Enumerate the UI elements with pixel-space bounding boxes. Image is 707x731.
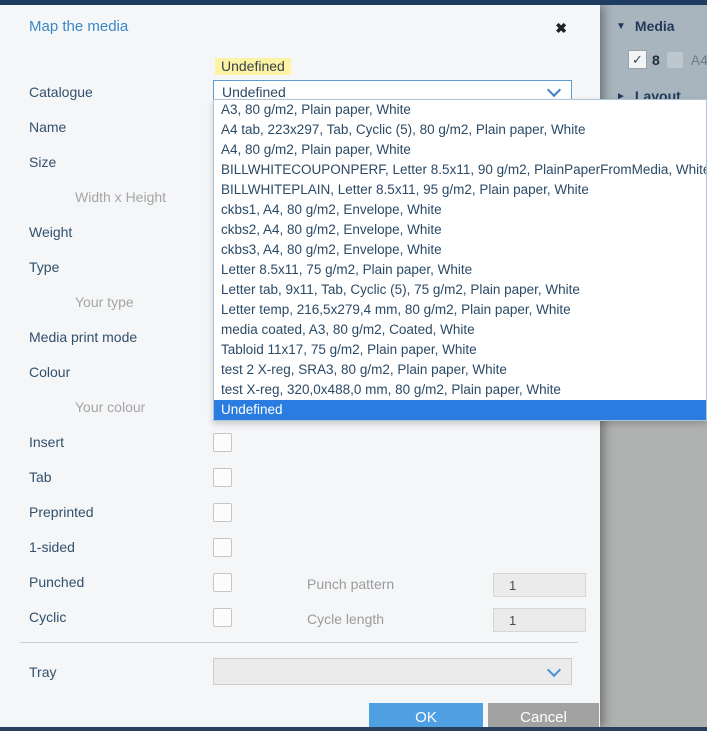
form-label-text: Your colour — [75, 399, 145, 415]
punched-checkbox[interactable] — [213, 573, 232, 592]
catalogue-dropdown-list: A3, 80 g/m2, Plain paper, WhiteA4 tab, 2… — [213, 99, 707, 421]
catalogue-select-value: Undefined — [222, 84, 286, 100]
form-label: Insert — [0, 424, 213, 459]
form-label: Preprinted — [0, 494, 213, 529]
media-settings-row: ✓ 8 A4 — [628, 50, 707, 69]
top-strip — [0, 0, 707, 5]
form-label: Colour — [0, 354, 213, 389]
punch-pattern-input[interactable] — [493, 573, 586, 597]
form-label-text: Cyclic — [29, 609, 66, 625]
form-label-text: Size — [29, 154, 56, 170]
preprinted-checkbox[interactable] — [213, 503, 232, 522]
cycle-length-input[interactable] — [493, 608, 586, 632]
dropdown-option[interactable]: Undefined — [214, 400, 706, 420]
tray-select[interactable] — [213, 658, 572, 685]
form-label-text: Insert — [29, 434, 64, 450]
dropdown-option[interactable]: A4 tab, 223x297, Tab, Cyclic (5), 80 g/m… — [214, 120, 706, 140]
dropdown-option[interactable]: Tabloid 11x17, 75 g/m2, Plain paper, Whi… — [214, 340, 706, 360]
dropdown-option[interactable]: test 2 X-reg, SRA3, 80 g/m2, Plain paper… — [214, 360, 706, 380]
form-label: Tab — [0, 459, 213, 494]
dropdown-option[interactable]: ckbs3, A4, 80 g/m2, Envelope, White — [214, 240, 706, 260]
dropdown-option[interactable]: BILLWHITEPLAIN, Letter 8.5x11, 95 g/m2, … — [214, 180, 706, 200]
form-label-text: Colour — [29, 364, 70, 380]
form-label-text: Tab — [29, 469, 52, 485]
insert-checkbox[interactable] — [213, 433, 232, 452]
close-icon[interactable]: ✖ — [555, 21, 567, 35]
chevron-down-icon — [547, 662, 561, 676]
form-label: Punched — [0, 564, 213, 599]
media-checkbox-checked[interactable]: ✓ — [628, 50, 647, 69]
dropdown-option[interactable]: test X-reg, 320,0x488,0 mm, 80 g/m2, Pla… — [214, 380, 706, 400]
form-label-text: Catalogue — [29, 84, 93, 100]
form-label-text: Media print mode — [29, 329, 137, 345]
screen: ▼ Media ✓ 8 A4 ► Layout Map the media ✖ … — [0, 0, 707, 731]
dropdown-option[interactable]: Letter 8.5x11, 75 g/m2, Plain paper, Whi… — [214, 260, 706, 280]
dropdown-option[interactable]: media coated, A3, 80 g/m2, Coated, White — [214, 320, 706, 340]
form-label: Width x Height — [0, 179, 213, 214]
form-label: Your type — [0, 284, 213, 319]
form-label-text: Punched — [29, 574, 84, 590]
dropdown-option[interactable]: A3, 80 g/m2, Plain paper, White — [214, 100, 706, 120]
bottom-strip — [0, 727, 707, 731]
dropdown-option[interactable]: Letter tab, 9x11, Tab, Cyclic (5), 75 g/… — [214, 280, 706, 300]
form-label: Cyclic — [0, 599, 213, 634]
collapse-triangle-icon: ▼ — [616, 21, 626, 32]
form-label-text: Name — [29, 119, 66, 135]
catalogue-hint: Undefined — [215, 58, 291, 75]
form-label-text: Preprinted — [29, 504, 94, 520]
dropdown-option[interactable]: BILLWHITECOUPONPERF, Letter 8.5x11, 90 g… — [214, 160, 706, 180]
form-label: Your colour — [0, 389, 213, 424]
form-label: Type — [0, 249, 213, 284]
media-checkbox-unchecked[interactable] — [667, 52, 683, 68]
form-label: Size — [0, 144, 213, 179]
form-label: Media print mode — [0, 319, 213, 354]
dropdown-option[interactable]: A4, 80 g/m2, Plain paper, White — [214, 140, 706, 160]
dropdown-option[interactable]: ckbs2, A4, 80 g/m2, Envelope, White — [214, 220, 706, 240]
cyclic-checkbox[interactable] — [213, 608, 232, 627]
divider — [20, 642, 578, 643]
media-section-header[interactable]: ▼ Media — [616, 18, 675, 34]
form-label-text: Your type — [75, 294, 134, 310]
media-size-label: A4 — [691, 52, 707, 68]
one-sided-checkbox[interactable] — [213, 538, 232, 557]
form-label-text: Weight — [29, 224, 72, 240]
punch-pattern-label: Punch pattern — [307, 566, 394, 601]
form-label-text: 1-sided — [29, 539, 75, 555]
media-section-title: Media — [635, 18, 675, 34]
form-label-text: Type — [29, 259, 59, 275]
form-label: Catalogue — [0, 74, 213, 109]
cycle-length-label: Cycle length — [307, 601, 384, 636]
dropdown-option[interactable]: ckbs1, A4, 80 g/m2, Envelope, White — [214, 200, 706, 220]
media-count: 8 — [652, 52, 660, 68]
form-label: 1-sided — [0, 529, 213, 564]
dialog-title: Map the media — [29, 18, 128, 35]
form-label-text: Width x Height — [75, 189, 166, 205]
dropdown-option[interactable]: Letter temp, 216,5x279,4 mm, 80 g/m2, Pl… — [214, 300, 706, 320]
form-label: Name — [0, 109, 213, 144]
chevron-down-icon — [547, 82, 561, 96]
form-label-column: Catalogue Name Size Width x Height Weigh… — [0, 74, 213, 634]
form-label: Weight — [0, 214, 213, 249]
tab-checkbox[interactable] — [213, 468, 232, 487]
tray-label: Tray — [29, 654, 56, 689]
